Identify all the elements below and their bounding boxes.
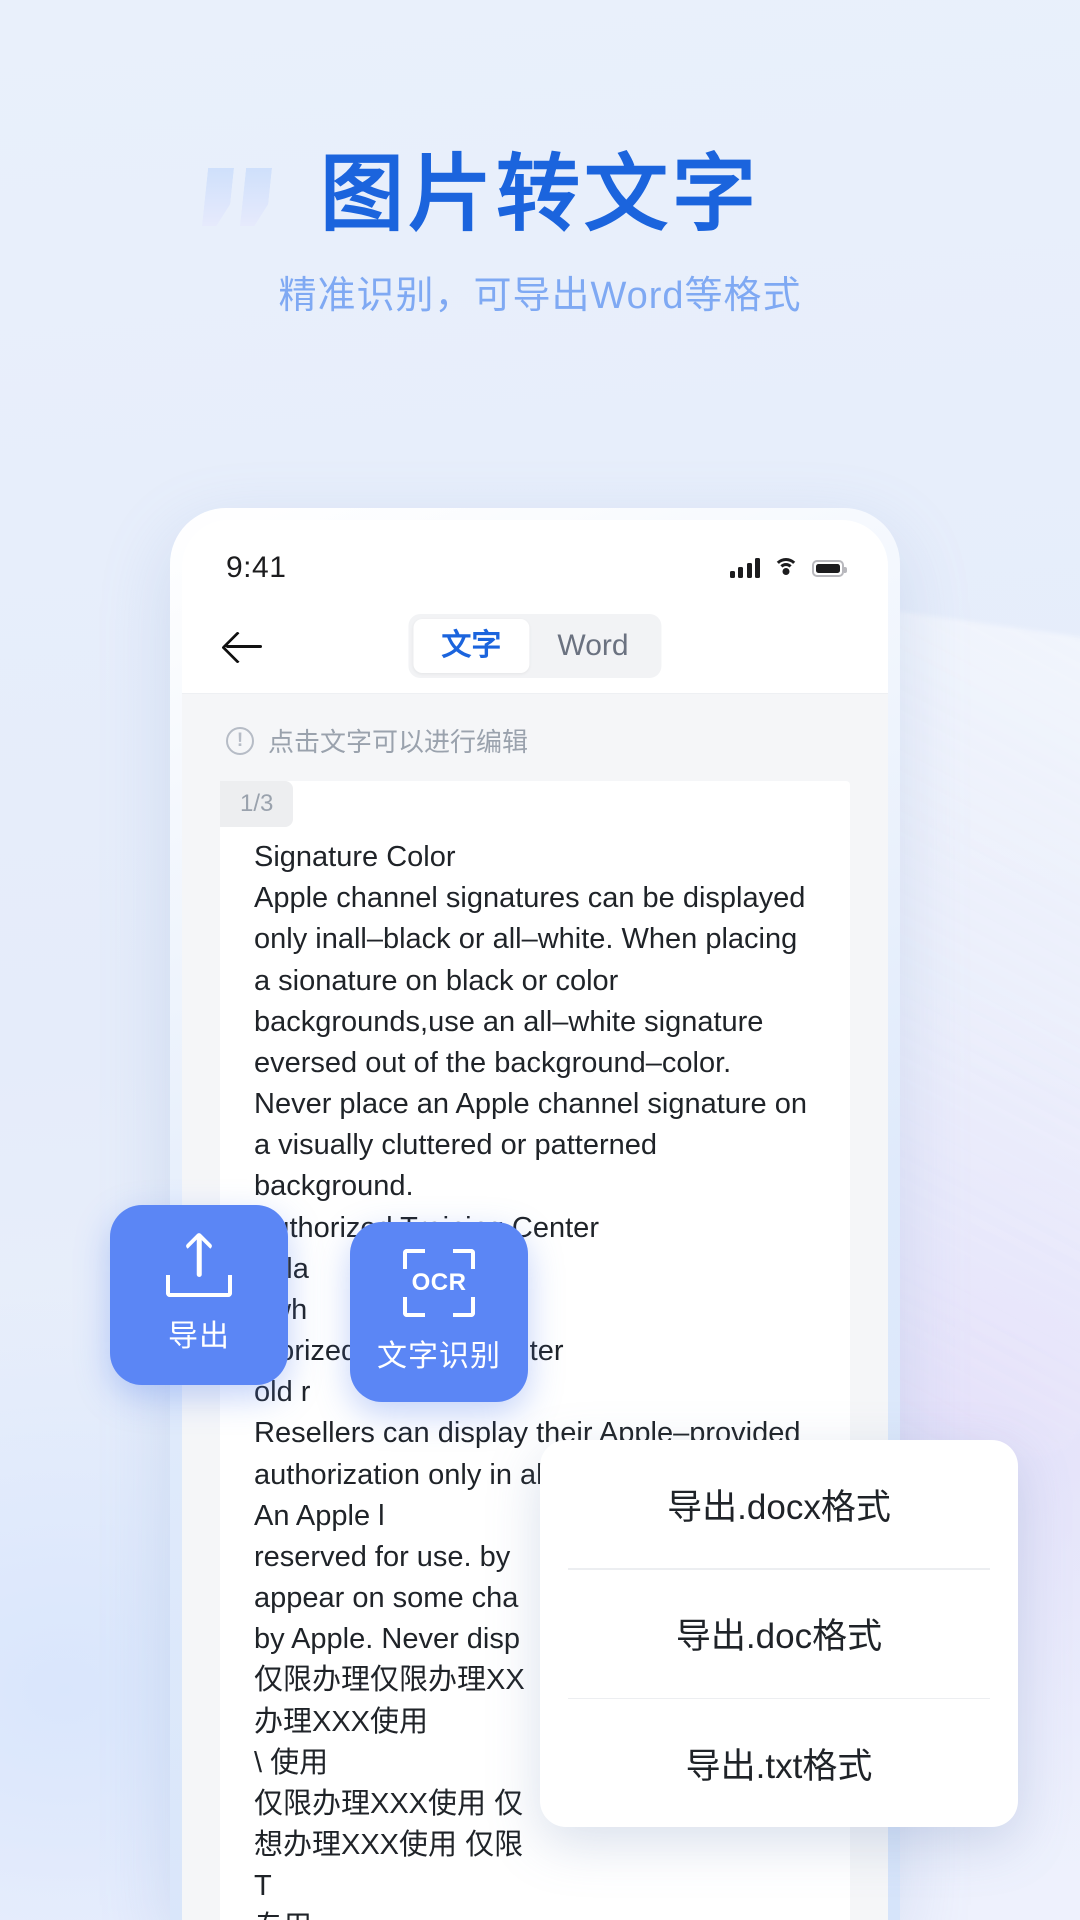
status-bar: 9:41 [182,520,888,598]
view-mode-segmented-control[interactable]: 文字 Word [408,613,662,678]
menu-item-doc[interactable]: 导出.doc格式 [540,1570,1018,1698]
upload-icon [166,1231,232,1297]
back-arrow-icon[interactable] [222,623,268,669]
nav-bar: 文字 Word [182,598,888,694]
signal-bars-icon [729,558,760,578]
edit-hint-text: 点击文字可以进行编辑 [268,727,529,757]
tab-word[interactable]: Word [529,619,656,673]
ocr-action-button[interactable]: OCR 文字识别 [350,1222,528,1402]
menu-item-txt[interactable]: 导出.txt格式 [540,1699,1018,1827]
exclamation-circle-icon: ! [226,726,254,755]
export-format-menu[interactable]: 导出.docx格式 导出.doc格式 导出.txt格式 [540,1440,1018,1827]
status-time: 9:41 [226,551,287,584]
page-indicator: 1/3 [220,781,294,827]
battery-icon [812,559,847,577]
ocr-action-label: 文字识别 [377,1340,501,1373]
ocr-scan-icon: OCR [403,1249,475,1317]
status-icons [729,558,847,578]
edit-hint-bar: ! 点击文字可以进行编辑 [182,694,888,781]
hero-section: 图片转文字 精准识别，可导出Word等格式 [0,150,1080,319]
export-action-button[interactable]: 导出 [110,1205,288,1385]
menu-item-docx[interactable]: 导出.docx格式 [540,1440,1018,1568]
tab-text[interactable]: 文字 [413,618,530,673]
wifi-icon [773,558,799,578]
export-action-label: 导出 [168,1320,230,1353]
page-subtitle: 精准识别，可导出Word等格式 [278,275,802,318]
page-title: 图片转文字 [319,147,760,241]
